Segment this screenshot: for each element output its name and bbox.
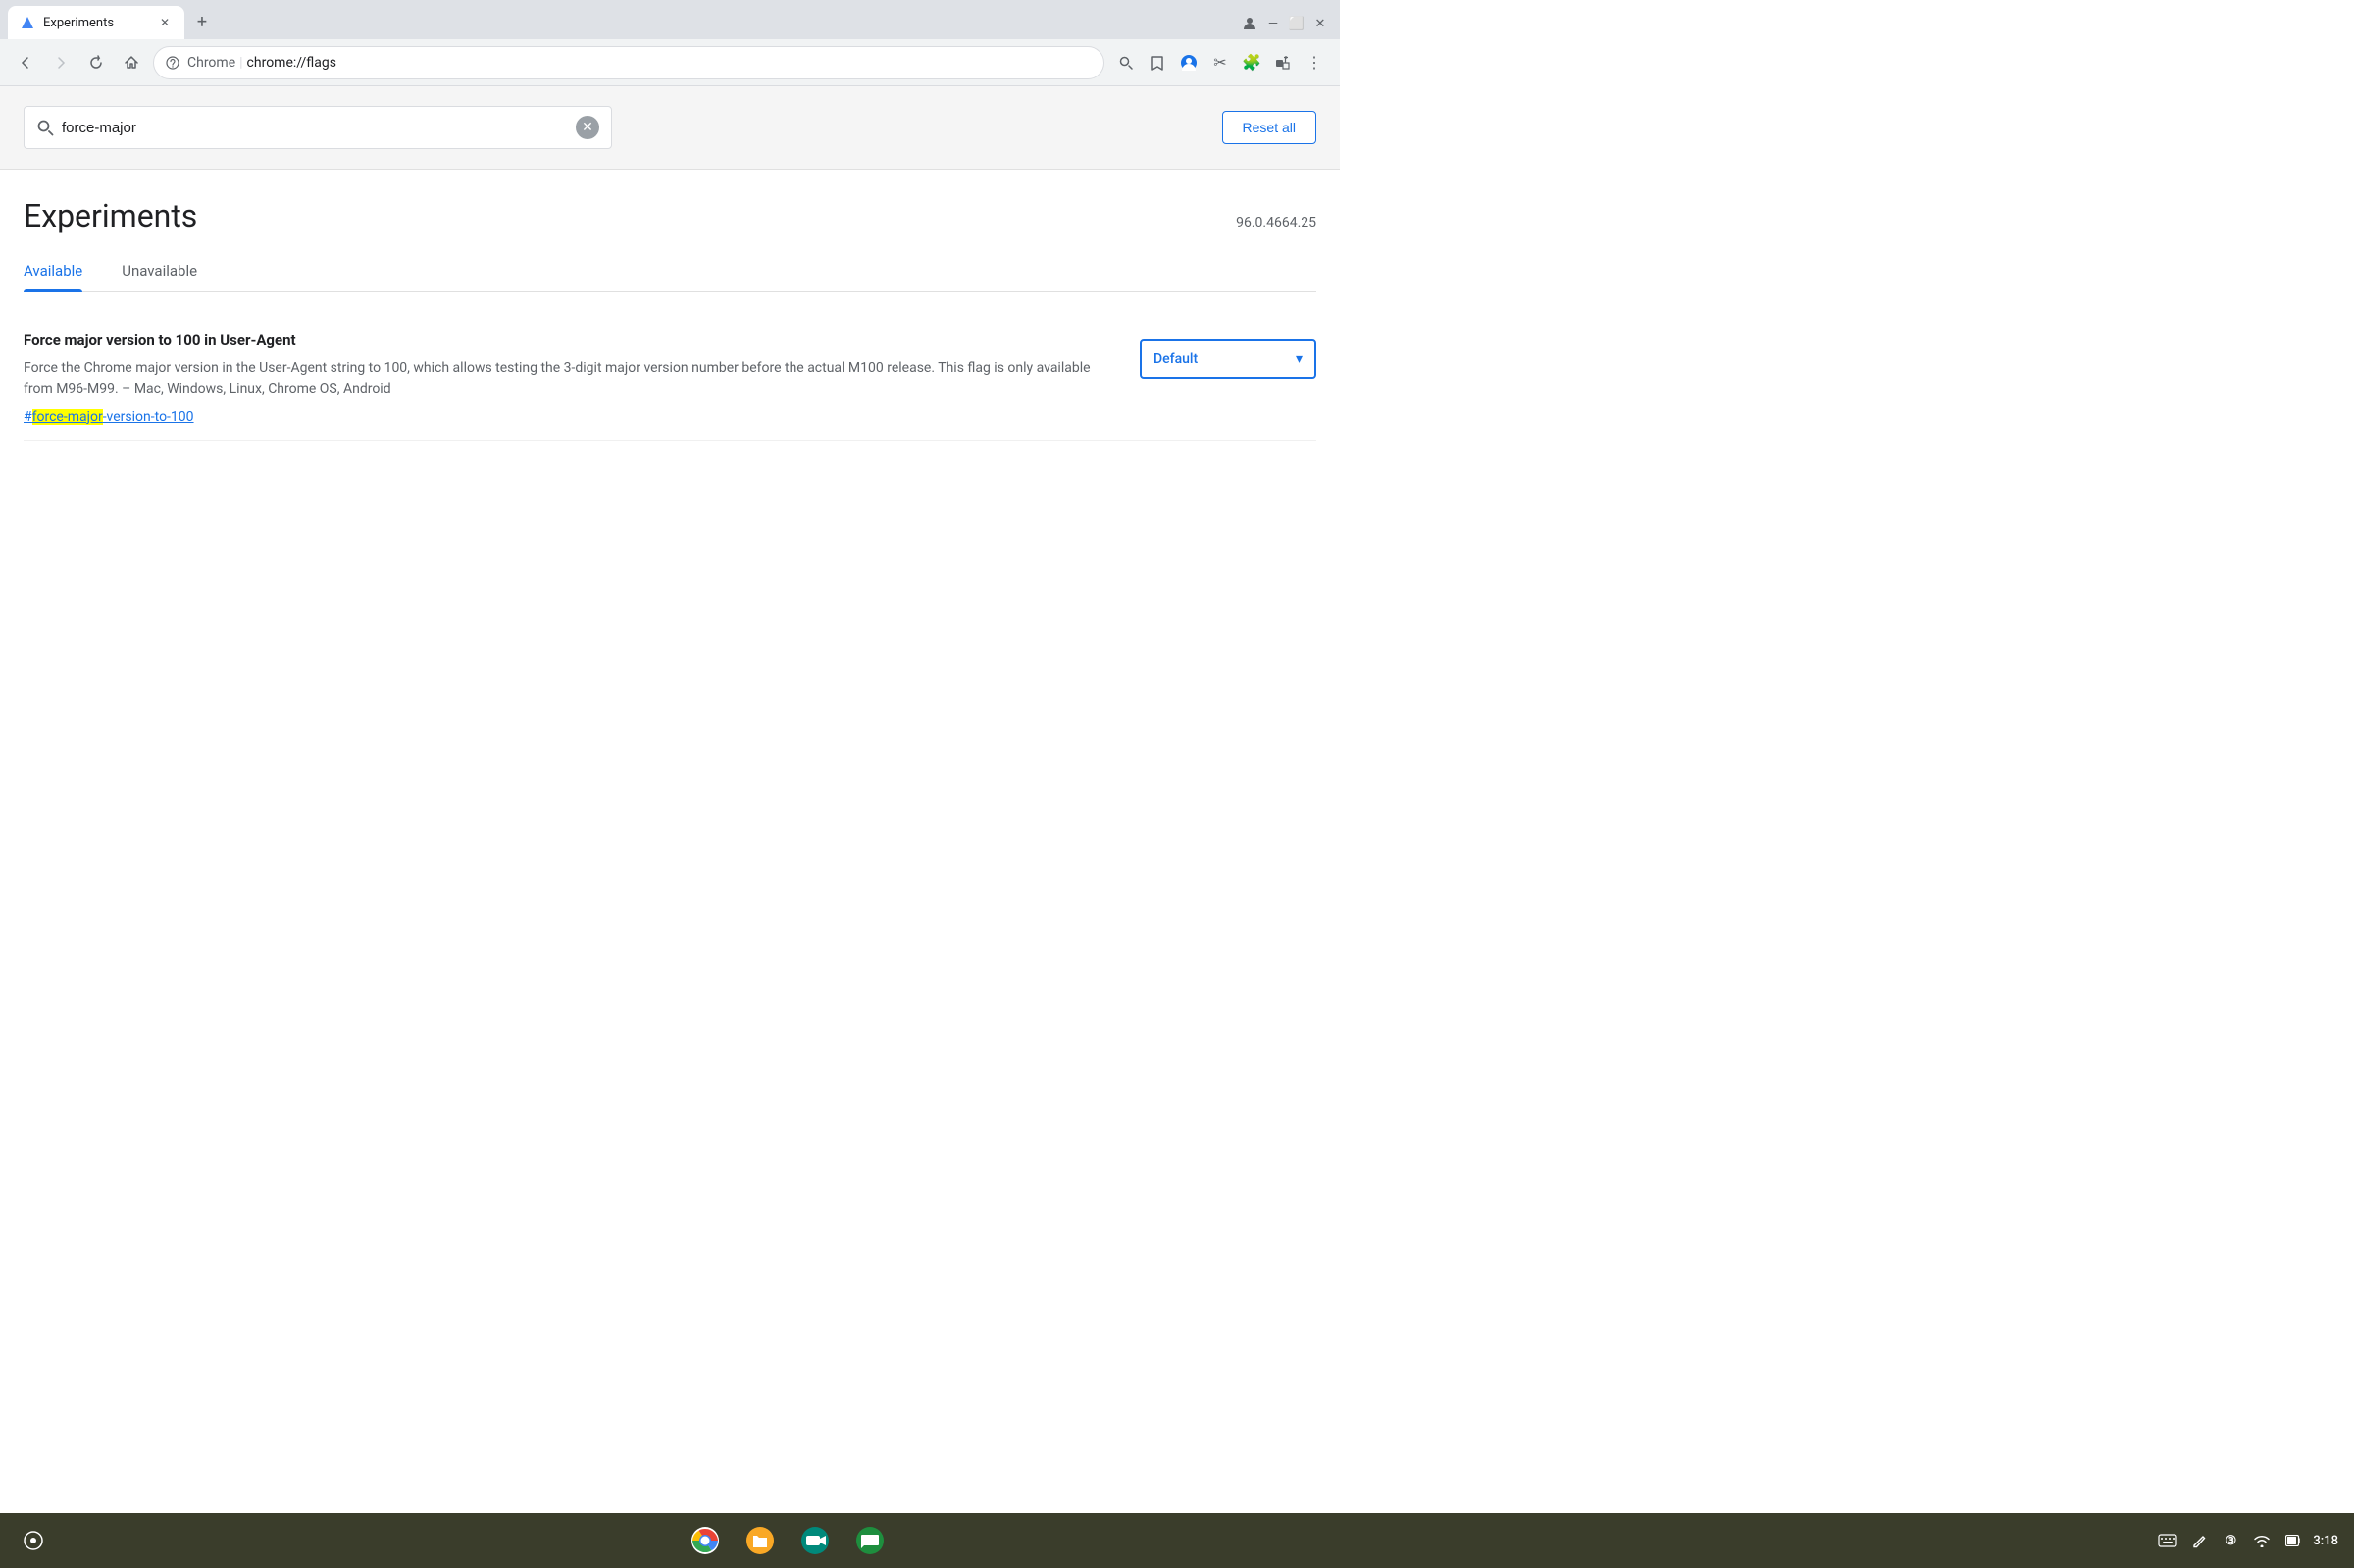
taskbar-meet-icon[interactable] [793, 1519, 837, 1562]
tab-title: Experiments [43, 16, 149, 30]
system-tray-3[interactable]: ③ [2219, 1529, 2242, 1552]
taskbar-time[interactable]: 3:18 [2313, 1534, 2338, 1548]
tab-unavailable[interactable]: Unavailable [122, 250, 197, 291]
search-clear-button[interactable]: ✕ [576, 116, 599, 139]
address-bar: Chrome | chrome://flags ✂ 🧩 ⋮ [0, 39, 1340, 86]
page-version: 96.0.4664.25 [1236, 215, 1316, 230]
flag-item: Force major version to 100 in User-Agent… [24, 316, 1316, 441]
flag-dropdown[interactable]: Default ▾ [1140, 339, 1316, 379]
avatar-icon[interactable] [1175, 49, 1203, 76]
flag-info: Force major version to 100 in User-Agent… [24, 331, 1116, 425]
maximize-button[interactable]: ⬜ [1285, 12, 1308, 35]
window-controls: — ⬜ ✕ [1238, 12, 1332, 35]
flags-main: Experiments 96.0.4664.25 Available Unava… [0, 170, 1340, 441]
search-input[interactable] [62, 120, 568, 136]
close-button[interactable]: ✕ [1308, 12, 1332, 35]
omnibox-origin: Chrome [187, 55, 235, 71]
taskbar: ③ 3:18 [0, 1513, 2354, 1568]
page-content: ✕ Reset all Experiments 96.0.4664.25 Ava… [0, 86, 1340, 698]
reload-button[interactable] [82, 49, 110, 76]
menu-icon[interactable]: ⋮ [1301, 49, 1328, 76]
taskbar-launcher-icon[interactable] [16, 1523, 51, 1558]
tab-favicon [20, 15, 35, 30]
page-title: Experiments [24, 197, 197, 234]
tab-strip: Experiments ✕ + [8, 0, 216, 39]
site-info-icon [166, 56, 179, 70]
title-bar: Experiments ✕ + — ⬜ ✕ [0, 0, 1340, 39]
flag-link-prefix: # [24, 409, 32, 425]
flag-description: Force the Chrome major version in the Us… [24, 357, 1116, 401]
tab-available[interactable]: Available [24, 250, 82, 291]
taskbar-messages-icon[interactable] [848, 1519, 892, 1562]
keyboard-icon[interactable] [2156, 1529, 2179, 1552]
taskbar-center [684, 1519, 892, 1562]
tab-close-button[interactable]: ✕ [157, 15, 173, 30]
scissors-icon[interactable]: ✂ [1206, 49, 1234, 76]
taskbar-files-icon[interactable] [739, 1519, 782, 1562]
profile-icon[interactable] [1238, 12, 1261, 35]
flag-link-suffix: -version-to-100 [103, 409, 194, 425]
flags-search-bar: ✕ Reset all [0, 86, 1340, 170]
extension-icon[interactable]: 🧩 [1238, 49, 1265, 76]
reset-all-button[interactable]: Reset all [1222, 111, 1316, 144]
omnibox-path: chrome://flags [247, 55, 336, 71]
bookmark-icon[interactable] [1144, 49, 1171, 76]
back-button[interactable] [12, 49, 39, 76]
flags-tabs: Available Unavailable [24, 250, 1316, 292]
flag-dropdown-value: Default [1153, 351, 1198, 367]
flag-name: Force major version to 100 in User-Agent [24, 331, 1116, 349]
flag-link[interactable]: #force-major-version-to-100 [24, 409, 1116, 425]
wifi-icon[interactable] [2250, 1529, 2274, 1552]
taskbar-right: ③ 3:18 [2156, 1529, 2338, 1552]
battery-icon[interactable] [2281, 1529, 2305, 1552]
omnibox[interactable]: Chrome | chrome://flags [153, 46, 1104, 79]
home-button[interactable] [118, 49, 145, 76]
flag-dropdown-chevron: ▾ [1296, 351, 1303, 367]
new-tab-button[interactable]: + [188, 8, 216, 35]
taskbar-left [16, 1523, 51, 1558]
omnibox-separator: | [239, 55, 242, 71]
active-tab[interactable]: Experiments ✕ [8, 6, 184, 39]
omnibox-content: Chrome | chrome://flags [187, 55, 1092, 71]
search-icon [36, 119, 54, 136]
flag-link-highlight: force-major [32, 409, 103, 425]
search-box[interactable]: ✕ [24, 106, 612, 149]
taskbar-chrome-icon[interactable] [684, 1519, 727, 1562]
search-toolbar-icon[interactable] [1112, 49, 1140, 76]
minimize-button[interactable]: — [1261, 12, 1285, 35]
toolbar-icons: ✂ 🧩 ⋮ [1112, 49, 1328, 76]
forward-button[interactable] [47, 49, 75, 76]
flags-header: Experiments 96.0.4664.25 [24, 170, 1316, 250]
stylus-icon[interactable] [2187, 1529, 2211, 1552]
extension2-icon[interactable] [1269, 49, 1297, 76]
